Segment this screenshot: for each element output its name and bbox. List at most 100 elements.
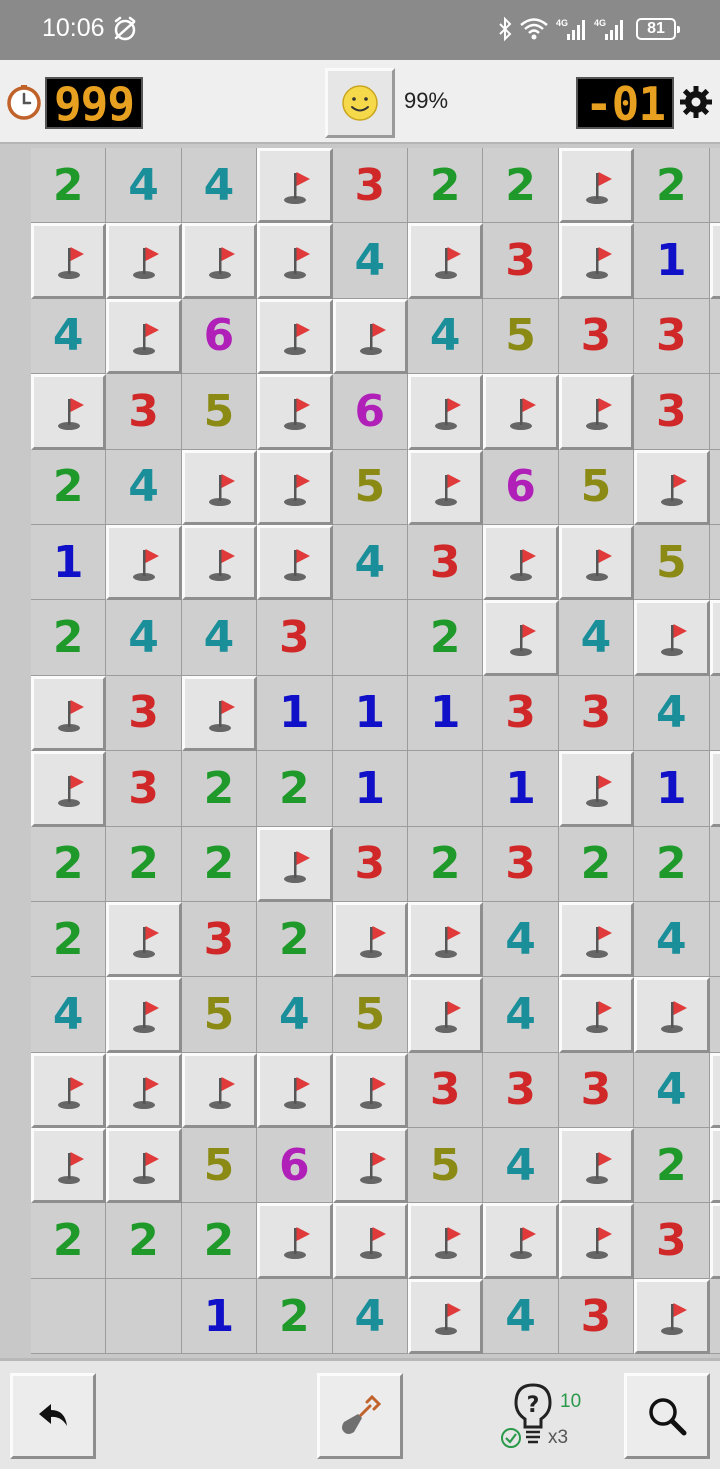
flagged-cell[interactable] — [558, 524, 635, 601]
new-game-smiley-button[interactable] — [325, 68, 395, 138]
flagged-cell[interactable] — [709, 223, 720, 299]
flagged-cell[interactable] — [106, 901, 182, 978]
number-cell[interactable]: 1 — [31, 524, 107, 601]
number-cell[interactable]: 1 — [634, 751, 710, 827]
flagged-cell[interactable] — [106, 977, 182, 1053]
flagged-cell[interactable] — [31, 675, 107, 752]
number-cell[interactable]: 1 — [257, 675, 333, 752]
dig-mode-shovel-button[interactable] — [317, 1373, 403, 1459]
flagged-cell[interactable] — [257, 449, 333, 525]
number-cell[interactable]: 2 — [407, 600, 484, 676]
number-cell[interactable]: 3 — [332, 826, 408, 902]
number-cell[interactable]: 4 — [106, 600, 182, 676]
number-cell[interactable]: 4 — [483, 1128, 559, 1204]
number-cell[interactable]: 2 — [634, 826, 710, 902]
number-cell[interactable]: 2 — [634, 148, 710, 224]
number-cell[interactable]: 4 — [106, 148, 182, 224]
number-cell[interactable]: 2 — [483, 148, 559, 224]
flagged-cell[interactable] — [31, 751, 107, 827]
number-cell[interactable]: 6 — [181, 298, 258, 375]
number-cell[interactable]: 2 — [558, 826, 635, 902]
number-cell[interactable]: 1 — [634, 223, 710, 299]
number-cell[interactable]: 5 — [558, 449, 635, 525]
number-cell[interactable]: 5 — [181, 1128, 258, 1204]
flagged-cell[interactable] — [709, 1052, 720, 1129]
number-cell[interactable]: 3 — [709, 298, 720, 375]
flagged-cell[interactable] — [257, 223, 333, 299]
number-cell[interactable]: 3 — [483, 1052, 559, 1129]
number-cell[interactable]: 5 — [181, 977, 258, 1053]
number-cell[interactable]: 2 — [181, 751, 258, 827]
number-cell[interactable]: 4 — [181, 600, 258, 676]
flagged-cell[interactable] — [558, 374, 635, 450]
number-cell[interactable]: 3 — [709, 1278, 720, 1355]
number-cell[interactable]: 6 — [483, 449, 559, 525]
number-cell[interactable]: 2 — [31, 600, 107, 676]
number-cell[interactable]: 4 — [407, 298, 484, 375]
flagged-cell[interactable] — [257, 298, 333, 375]
number-cell[interactable]: 3 — [634, 298, 710, 375]
flagged-cell[interactable] — [709, 1128, 720, 1204]
number-cell[interactable]: 3 — [709, 901, 720, 978]
flagged-cell[interactable] — [332, 901, 408, 978]
number-cell[interactable]: 4 — [181, 148, 258, 224]
number-cell[interactable]: 2 — [257, 751, 333, 827]
flagged-cell[interactable] — [106, 1128, 182, 1204]
flagged-cell[interactable] — [407, 977, 484, 1053]
flagged-cell[interactable] — [257, 826, 333, 902]
number-cell[interactable]: 3 — [257, 600, 333, 676]
number-cell[interactable]: 3 — [709, 374, 720, 450]
flagged-cell[interactable] — [106, 1052, 182, 1129]
number-cell[interactable]: 4 — [634, 901, 710, 978]
flagged-cell[interactable] — [106, 298, 182, 375]
flagged-cell[interactable] — [709, 600, 720, 676]
flagged-cell[interactable] — [558, 1203, 635, 1279]
number-cell[interactable]: 4 — [634, 1052, 710, 1129]
number-cell[interactable]: 3 — [407, 1052, 484, 1129]
number-cell[interactable]: 5 — [483, 298, 559, 375]
number-cell[interactable]: 3 — [558, 1278, 635, 1355]
number-cell[interactable]: 3 — [106, 374, 182, 450]
number-cell[interactable]: 5 — [407, 1128, 484, 1204]
number-cell[interactable]: 3 — [181, 901, 258, 978]
flagged-cell[interactable] — [31, 223, 107, 299]
flagged-cell[interactable] — [31, 1128, 107, 1204]
flagged-cell[interactable] — [634, 1278, 710, 1355]
number-cell[interactable]: 2 — [181, 826, 258, 902]
number-cell[interactable]: 1 — [332, 751, 408, 827]
zoom-search-button[interactable] — [624, 1373, 710, 1459]
flagged-cell[interactable] — [181, 223, 258, 299]
number-cell[interactable]: 4 — [106, 449, 182, 525]
flagged-cell[interactable] — [257, 524, 333, 601]
flagged-cell[interactable] — [558, 148, 635, 224]
number-cell[interactable]: 4 — [332, 1278, 408, 1355]
number-cell[interactable]: 2 — [106, 1203, 182, 1279]
flagged-cell[interactable] — [181, 449, 258, 525]
flagged-cell[interactable] — [558, 901, 635, 978]
flagged-cell[interactable] — [483, 374, 559, 450]
number-cell[interactable]: 3 — [483, 826, 559, 902]
number-cell[interactable]: 2 — [181, 1203, 258, 1279]
number-cell[interactable]: 3 — [558, 1052, 635, 1129]
number-cell[interactable]: 5 — [634, 524, 710, 601]
number-cell[interactable]: 1 — [181, 1278, 258, 1355]
flagged-cell[interactable] — [483, 600, 559, 676]
flagged-cell[interactable] — [407, 1203, 484, 1279]
number-cell[interactable]: 5 — [332, 449, 408, 525]
number-cell[interactable]: 3 — [558, 675, 635, 752]
number-cell[interactable]: 3 — [709, 675, 720, 752]
number-cell[interactable]: 1 — [483, 751, 559, 827]
flagged-cell[interactable] — [407, 1278, 484, 1355]
flagged-cell[interactable] — [407, 374, 484, 450]
number-cell[interactable]: 3 — [634, 1203, 710, 1279]
flagged-cell[interactable] — [634, 977, 710, 1053]
number-cell[interactable]: 2 — [106, 826, 182, 902]
number-cell[interactable]: 5 — [181, 374, 258, 450]
hint-button[interactable]: ? 10 x3 — [500, 1377, 600, 1457]
flagged-cell[interactable] — [483, 524, 559, 601]
flagged-cell[interactable] — [332, 1128, 408, 1204]
flagged-cell[interactable] — [181, 1052, 258, 1129]
flagged-cell[interactable] — [558, 223, 635, 299]
number-cell[interactable]: 4 — [483, 1278, 559, 1355]
flagged-cell[interactable] — [407, 223, 484, 299]
